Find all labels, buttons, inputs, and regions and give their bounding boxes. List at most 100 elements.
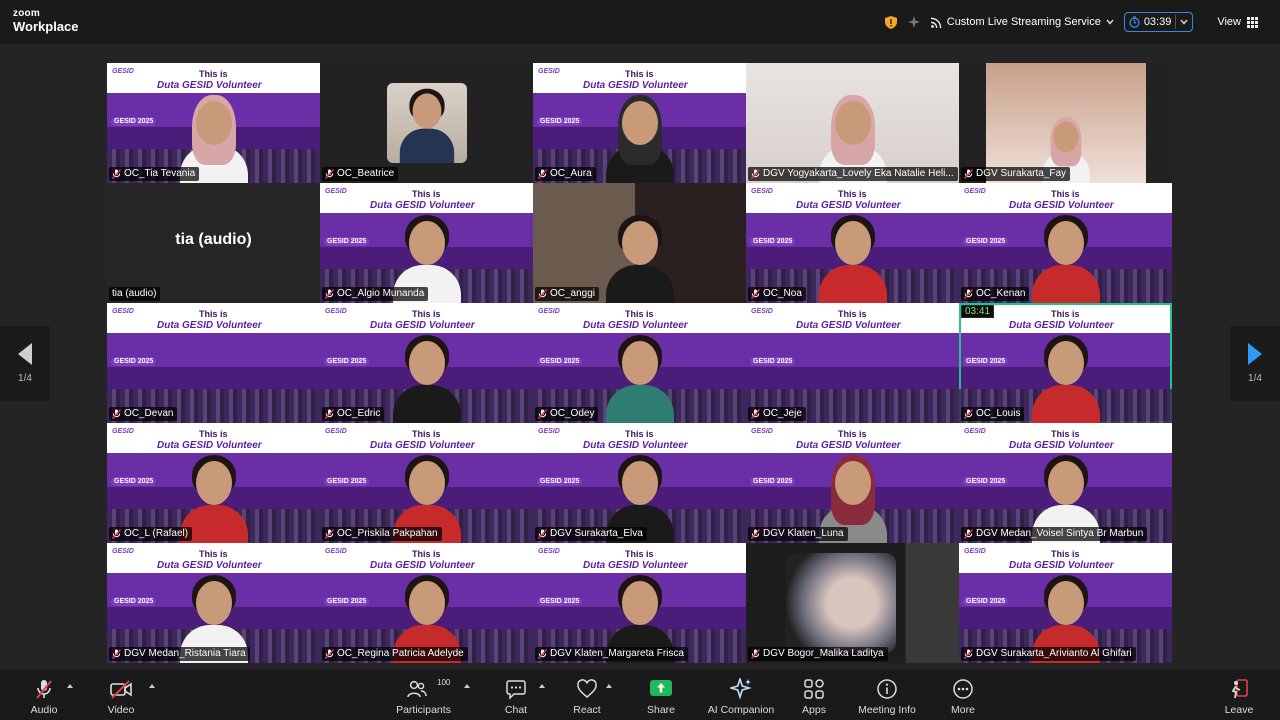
mic-muted-icon: [112, 409, 121, 419]
banner-logo: GESID: [538, 428, 560, 435]
participant-tile[interactable]: GESIDThis isDuta GESID VolunteerGESID 20…: [959, 183, 1172, 303]
participants-button[interactable]: 100 Participants: [396, 678, 451, 716]
leave-icon: [1231, 679, 1248, 699]
banner-line-2: Duta GESID Volunteer: [1009, 200, 1114, 211]
participant-name-tag: OC_L (Rafael): [109, 527, 193, 541]
participant-tile[interactable]: GESIDThis isDuta GESID VolunteerGESID 20…: [107, 63, 320, 183]
ai-companion-label: AI Companion: [707, 704, 775, 716]
participant-tile[interactable]: GESIDThis isDuta GESID VolunteerGESID 20…: [107, 423, 320, 543]
participant-name-tag: OC_Beatrice: [322, 167, 399, 181]
banner-line-2: Duta GESID Volunteer: [796, 440, 901, 451]
participant-name: DGV Klaten_Margareta Frisca: [550, 648, 684, 659]
mic-muted-icon: [538, 649, 547, 659]
share-label: Share: [646, 704, 676, 716]
react-options-caret[interactable]: [606, 684, 612, 688]
banner-line-1: This is: [625, 309, 654, 319]
mic-muted-icon: [112, 169, 121, 179]
next-page-button[interactable]: 1/4: [1230, 326, 1280, 401]
mic-muted-icon: [751, 409, 760, 419]
share-screen-icon: [650, 680, 672, 696]
participant-tile[interactable]: OC_anggi: [533, 183, 746, 303]
participant-tile[interactable]: GESIDThis isDuta GESID VolunteerGESID 20…: [107, 303, 320, 423]
participant-tile[interactable]: GESIDThis isDuta GESID VolunteerGESID 20…: [746, 183, 959, 303]
leave-button[interactable]: Leave: [1225, 678, 1253, 716]
participant-name-tag: DGV Klaten_Margareta Frisca: [535, 647, 688, 661]
chat-options-caret[interactable]: [539, 684, 545, 688]
participant-tile[interactable]: GESIDThis isDuta GESID VolunteerGESID 20…: [320, 543, 533, 663]
chat-icon: [506, 680, 526, 700]
banner-logo: GESID: [964, 428, 986, 435]
stopwatch-icon: [1129, 16, 1140, 28]
participant-name-tag: DGV Yogyakarta_Lovely Eka Natalie Heli..…: [748, 167, 958, 181]
banner-tag: GESID 2025: [750, 357, 796, 366]
banner-logo: GESID: [325, 428, 347, 435]
meeting-timer[interactable]: 03:39: [1123, 12, 1194, 32]
participant-name-tag: DGV Klaten_Luna: [748, 527, 848, 541]
participant-tile[interactable]: GESIDThis isDuta GESID VolunteerGESID 20…: [533, 303, 746, 423]
participant-name: OC_Aura: [550, 168, 592, 179]
participants-options-caret[interactable]: [464, 684, 470, 688]
grid-icon: [1247, 16, 1258, 28]
chat-button[interactable]: Chat: [503, 678, 529, 716]
participant-tile[interactable]: DGV Bogor_Malika Laditya: [746, 543, 959, 663]
banner-line-1: This is: [625, 549, 654, 559]
participant-tile[interactable]: GESIDThis isDuta GESID VolunteerGESID 20…: [320, 303, 533, 423]
react-button[interactable]: React: [573, 678, 601, 716]
view-button[interactable]: View: [1217, 16, 1258, 28]
banner-line-1: This is: [1051, 189, 1080, 199]
participant-tile[interactable]: DGV Surakarta_Fay: [959, 63, 1172, 183]
banner-line-1: This is: [412, 189, 441, 199]
banner-logo: GESID: [538, 308, 560, 315]
shield-icon[interactable]: [884, 15, 897, 29]
participant-name-tag: OC_Edric: [322, 407, 385, 421]
audio-button[interactable]: Audio: [29, 678, 59, 716]
participant-tile[interactable]: GESIDThis isDuta GESID VolunteerGESID 20…: [746, 303, 959, 423]
more-label: More: [951, 704, 975, 716]
live-streaming-status[interactable]: Custom Live Streaming Service: [930, 16, 1114, 28]
meeting-info-button[interactable]: Meeting Info: [858, 678, 916, 716]
previous-page-button[interactable]: 1/4: [0, 326, 50, 401]
arrow-left-icon: [18, 343, 32, 365]
banner-logo: GESID: [538, 68, 560, 75]
banner-tag: GESID 2025: [963, 237, 1009, 246]
apps-button[interactable]: Apps: [801, 678, 827, 716]
participant-tile[interactable]: GESIDThis isDuta GESID VolunteerGESID 20…: [533, 63, 746, 183]
top-bar: zoom Workplace Custom Live Streaming Ser…: [0, 0, 1280, 44]
banner-logo: GESID: [538, 548, 560, 555]
participant-tile[interactable]: OC_Beatrice: [320, 63, 533, 183]
participant-tile[interactable]: GESIDThis isDuta GESID VolunteerGESID 20…: [533, 423, 746, 543]
share-button[interactable]: Share: [647, 678, 675, 716]
participant-tile[interactable]: GESIDThis isDuta GESID VolunteerGESID 20…: [320, 183, 533, 303]
participant-tile[interactable]: DGV Yogyakarta_Lovely Eka Natalie Heli..…: [746, 63, 959, 183]
video-options-caret[interactable]: [149, 684, 155, 688]
audio-only-label: tia (audio): [175, 231, 252, 248]
banner-line-1: This is: [199, 549, 228, 559]
video-button[interactable]: Video: [106, 678, 136, 716]
chevron-down-icon: [1106, 19, 1114, 25]
participant-tile[interactable]: GESIDThis isDuta GESID VolunteerGESID 20…: [107, 543, 320, 663]
sparkle-icon[interactable]: [907, 15, 921, 29]
participant-name: OC_Regina Patricia Adelyde: [337, 648, 464, 659]
participant-video: [604, 333, 676, 423]
participant-video: [1030, 213, 1102, 303]
banner-line-2: Duta GESID Volunteer: [370, 320, 475, 331]
participant-tile[interactable]: GESIDThis isDuta GESID VolunteerGESID 20…: [959, 303, 1172, 423]
mic-muted-icon: [325, 289, 334, 299]
participant-tile[interactable]: GESIDThis isDuta GESID VolunteerGESID 20…: [320, 423, 533, 543]
participant-tile[interactable]: GESIDThis isDuta GESID VolunteerGESID 20…: [746, 423, 959, 543]
participant-tile[interactable]: tia (audio) tia (audio): [107, 183, 320, 303]
participant-tile[interactable]: GESIDThis isDuta GESID VolunteerGESID 20…: [533, 543, 746, 663]
page-indicator-left: 1/4: [18, 373, 32, 384]
ai-companion-button[interactable]: AI Companion: [708, 678, 774, 716]
participant-name-tag: DGV Surakarta_Elva: [535, 527, 647, 541]
participant-name-tag: OC_Algio Munanda: [322, 287, 429, 301]
participant-tile[interactable]: GESIDThis isDuta GESID VolunteerGESID 20…: [959, 543, 1172, 663]
participant-name: DGV Yogyakarta_Lovely Eka Natalie Heli..…: [763, 168, 954, 179]
participants-icon: [406, 680, 427, 698]
participant-name-tag: DGV Surakarta_Fay: [961, 167, 1071, 181]
banner-logo: GESID: [325, 548, 347, 555]
banner-line-1: This is: [625, 69, 654, 79]
more-button[interactable]: More: [950, 678, 976, 716]
audio-options-caret[interactable]: [67, 684, 73, 688]
participant-tile[interactable]: GESIDThis isDuta GESID VolunteerGESID 20…: [959, 423, 1172, 543]
